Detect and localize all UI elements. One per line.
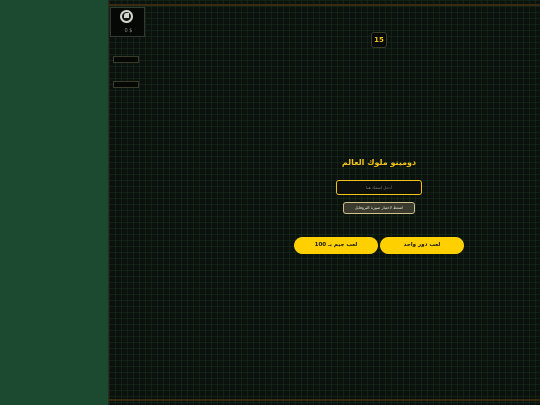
game-title: دومينو ملوك العالم [341, 158, 417, 167]
side-button-2[interactable] [113, 81, 139, 88]
side-button-1[interactable] [113, 56, 139, 63]
play-single-round-button[interactable]: لعب دور واحد [380, 237, 464, 254]
player-avatar-box[interactable]: 0 $ [110, 7, 145, 37]
left-panel [0, 0, 108, 405]
bottom-border [109, 399, 540, 401]
choose-profile-picture-button[interactable]: اضغط لاختيار صورة البروفايل [343, 202, 415, 214]
play-game-100-button[interactable]: لعب جيم بـ 100 [294, 237, 378, 254]
avatar-label: 0 $ [124, 28, 133, 34]
timer-badge: 15 [371, 32, 387, 48]
game-board: 0 $ 15 دومينو ملوك العالم اضغط لاختيار ص… [108, 0, 540, 405]
avatar-clock-icon [120, 10, 133, 23]
top-border [109, 4, 540, 6]
player-name-input[interactable] [336, 180, 422, 195]
